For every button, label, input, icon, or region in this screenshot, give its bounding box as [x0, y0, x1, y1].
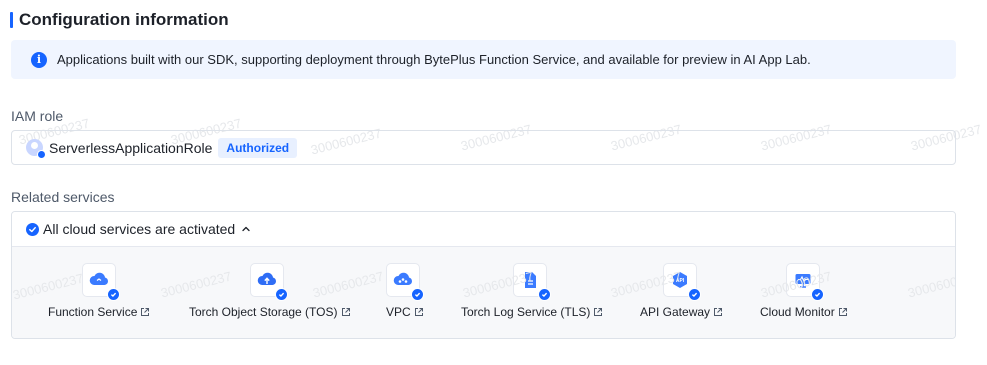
service-link-tls[interactable]: Torch Log Service (TLS) — [461, 305, 603, 319]
section-title: Configuration information — [10, 9, 229, 31]
external-link-icon — [594, 308, 603, 316]
service-name: Function Service — [48, 305, 138, 319]
role-avatar-icon — [26, 139, 46, 159]
service-name: Torch Log Service (TLS) — [461, 305, 591, 319]
status-badge: Authorized — [218, 137, 298, 158]
service-name: API Gateway — [640, 305, 711, 319]
external-link-icon — [414, 308, 423, 316]
services-list: Function Service Torch Object Storage (T… — [12, 247, 956, 338]
external-link-icon — [141, 308, 150, 316]
service-name: VPC — [386, 305, 411, 319]
iam-role-field: ServerlessApplicationRole Authorized — [11, 130, 956, 165]
page-title: Configuration information — [19, 10, 229, 29]
info-banner: i Applications built with our SDK, suppo… — [11, 40, 956, 79]
service-name: Cloud Monitor — [760, 305, 835, 319]
check-circle-icon — [26, 222, 39, 236]
service-item-vpc: VPC — [372, 247, 452, 338]
iam-role-label: IAM role — [11, 108, 64, 124]
chevron-up-icon — [242, 226, 250, 232]
related-services-label: Related services — [11, 189, 115, 205]
cloud-function-icon — [82, 263, 120, 301]
related-services-panel: All cloud services are activated Functio… — [11, 211, 956, 339]
service-link-vpc[interactable]: VPC — [386, 305, 424, 319]
title-accent-bar — [10, 12, 13, 28]
services-collapse-toggle[interactable]: All cloud services are activated — [12, 212, 955, 247]
watermark: 3000600237 — [906, 268, 956, 301]
services-status-text: All cloud services are activated — [43, 221, 236, 237]
external-link-icon — [838, 308, 847, 316]
external-link-icon — [341, 308, 350, 316]
cloud-upload-icon — [250, 263, 288, 301]
service-link-api-gateway[interactable]: API Gateway — [640, 305, 723, 319]
service-link-tos[interactable]: Torch Object Storage (TOS) — [189, 305, 351, 319]
info-banner-text: Applications built with our SDK, support… — [57, 52, 811, 67]
external-link-icon — [714, 308, 723, 316]
info-icon: i — [31, 51, 47, 68]
service-link-cloud-monitor[interactable]: Cloud Monitor — [760, 305, 848, 319]
vpc-icon — [386, 263, 424, 301]
role-name: ServerlessApplicationRole — [49, 139, 213, 156]
service-link-function-service[interactable]: Function Service — [48, 305, 150, 319]
service-name: Torch Object Storage (TOS) — [189, 305, 338, 319]
